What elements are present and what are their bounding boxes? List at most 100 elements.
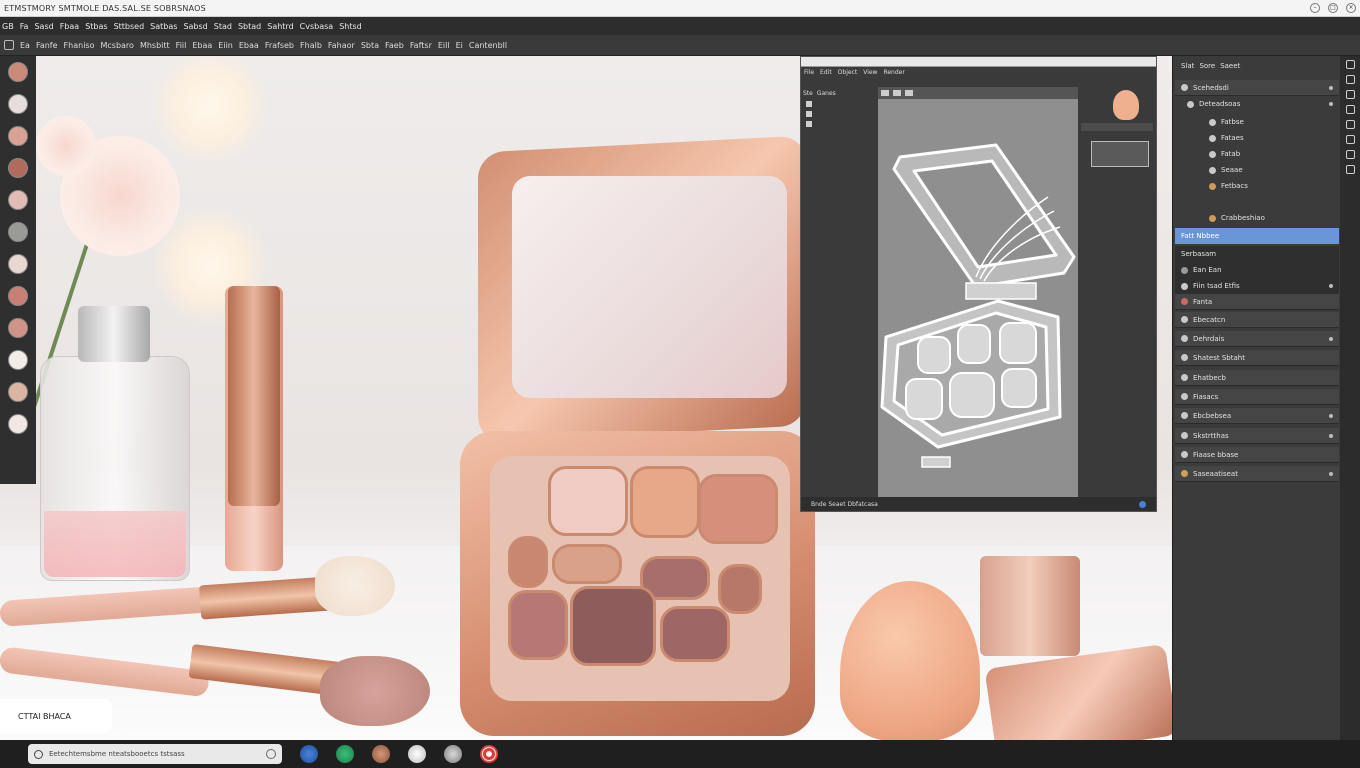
viewport-menu-item[interactable]: View: [863, 69, 877, 76]
toolbar-item[interactable]: Ei: [456, 41, 463, 50]
property-row[interactable]: Shatest Sbtaht: [1175, 350, 1339, 366]
camera-icon[interactable]: [905, 90, 913, 96]
avatar[interactable]: [8, 254, 28, 274]
property-row[interactable]: Saseaatiseat: [1175, 466, 1339, 482]
menu-item[interactable]: GB: [2, 22, 14, 31]
grid-icon[interactable]: [1345, 90, 1355, 99]
toolbar-item[interactable]: Sbta: [361, 41, 379, 50]
settings-icon[interactable]: [1345, 165, 1355, 174]
outliner-header-item[interactable]: Slat: [1181, 62, 1194, 70]
avatar[interactable]: [8, 382, 28, 402]
target-app-icon[interactable]: [480, 745, 498, 763]
viewport-menu-item[interactable]: Edit: [820, 69, 832, 76]
toolbar-item[interactable]: Cantenbll: [469, 41, 507, 50]
color-icon[interactable]: [1345, 150, 1355, 159]
viewport-head-item[interactable]: Ganes: [817, 90, 836, 97]
avatar[interactable]: [8, 94, 28, 114]
property-row[interactable]: Ebecatcn: [1175, 312, 1339, 328]
outliner-row-selected[interactable]: Fatt Nbbee: [1175, 228, 1339, 244]
move-tool-icon[interactable]: [806, 101, 812, 107]
toolbar-item[interactable]: Fiil: [176, 41, 187, 50]
avatar[interactable]: [8, 286, 28, 306]
avatar[interactable]: [8, 190, 28, 210]
toolbar-item[interactable]: Fanfe: [36, 41, 58, 50]
history-icon[interactable]: [1345, 135, 1355, 144]
photo-app-icon[interactable]: [372, 745, 390, 763]
keyframe-icon[interactable]: [1329, 471, 1333, 476]
menu-item[interactable]: Sahtrd: [267, 22, 293, 31]
toolbar-item[interactable]: Frafseb: [265, 41, 294, 50]
outliner-row[interactable]: Crabbeshiao: [1175, 210, 1339, 226]
properties-header[interactable]: Fiin tsad Etfis: [1175, 278, 1339, 294]
visibility-icon[interactable]: [1329, 85, 1333, 90]
toolbar-item[interactable]: Ebaa: [192, 41, 212, 50]
menu-item[interactable]: Cvsbasa: [300, 22, 334, 31]
outliner-row[interactable]: Scehedsdi: [1175, 80, 1339, 96]
avatar[interactable]: [8, 414, 28, 434]
viewport-menu-item[interactable]: Render: [883, 69, 904, 76]
toolbar-item[interactable]: Eiin: [218, 41, 233, 50]
property-slider[interactable]: [1081, 123, 1153, 131]
toolbar-item[interactable]: Fhaniso: [64, 41, 95, 50]
collapse-icon[interactable]: [1329, 284, 1333, 288]
avatar[interactable]: [8, 350, 28, 370]
visibility-icon[interactable]: [1329, 102, 1333, 106]
viewport-stage[interactable]: [878, 87, 1078, 497]
outliner-row[interactable]: Fatab: [1175, 146, 1339, 162]
keyframe-icon[interactable]: [1329, 433, 1333, 438]
menu-item[interactable]: Stad: [214, 22, 232, 31]
toolbar-item[interactable]: Faftsr: [410, 41, 432, 50]
avatar[interactable]: [8, 158, 28, 178]
toolbar-item[interactable]: Ebaa: [239, 41, 259, 50]
toolbar-item[interactable]: Eill: [438, 41, 450, 50]
viewport-menu-item[interactable]: File: [804, 69, 814, 76]
outliner-row[interactable]: Seaae: [1175, 162, 1339, 178]
clock-app-icon[interactable]: [408, 745, 426, 763]
3d-viewport-window[interactable]: File Edit Object View Render Ste Ganes B…: [800, 56, 1157, 512]
menu-item[interactable]: Sttbsed: [114, 22, 145, 31]
outliner-row[interactable]: Serbasam: [1175, 246, 1339, 262]
material-preview[interactable]: [1091, 141, 1149, 167]
menu-item[interactable]: Stbas: [85, 22, 107, 31]
menu-item[interactable]: Shtsd: [339, 22, 362, 31]
property-row[interactable]: Ehatbecb: [1175, 370, 1339, 386]
close-button[interactable]: ×: [1346, 3, 1356, 13]
layers-icon[interactable]: [1345, 120, 1355, 129]
menu-item[interactable]: Sasd: [34, 22, 53, 31]
viewport-head-item[interactable]: Ste: [803, 90, 813, 97]
outliner-row[interactable]: Ean Ean: [1175, 262, 1339, 278]
outliner-header-item[interactable]: Saeet: [1220, 62, 1240, 70]
property-row[interactable]: Ebcbebsea: [1175, 408, 1339, 424]
settings-icon[interactable]: [4, 40, 14, 50]
property-row[interactable]: Skstrtthas: [1175, 428, 1339, 444]
viewport-menu-item[interactable]: Object: [838, 69, 858, 76]
outliner-row[interactable]: Fataes: [1175, 130, 1339, 146]
menu-item[interactable]: Sabsd: [183, 22, 207, 31]
menu-item[interactable]: Fbaa: [60, 22, 79, 31]
scale-tool-icon[interactable]: [806, 121, 812, 127]
avatar[interactable]: [8, 222, 28, 242]
settings-app-icon[interactable]: [444, 745, 462, 763]
property-row[interactable]: Fanta: [1175, 294, 1339, 310]
brush-icon[interactable]: [1345, 105, 1355, 114]
outliner-row[interactable]: Deteadsoas: [1175, 96, 1339, 112]
menu-item[interactable]: Fa: [20, 22, 29, 31]
avatar[interactable]: [8, 62, 28, 82]
browser-icon[interactable]: [300, 745, 318, 763]
view-icon[interactable]: [881, 90, 889, 96]
toolbar-item[interactable]: Mhsbitt: [140, 41, 170, 50]
menu-item[interactable]: Sbtad: [238, 22, 261, 31]
toolbar-item[interactable]: Fhalb: [300, 41, 322, 50]
taskbar-search[interactable]: Eetechtemsbme nteatsbooetcs tstsass: [28, 744, 282, 764]
maximize-button[interactable]: □: [1328, 3, 1338, 13]
property-row[interactable]: Dehrdais: [1175, 331, 1339, 347]
keyframe-icon[interactable]: [1329, 413, 1333, 418]
search-input[interactable]: Eetechtemsbme nteatsbooetcs tstsass: [49, 750, 260, 758]
shading-icon[interactable]: [893, 90, 901, 96]
sponge-thumbnail[interactable]: [1113, 90, 1139, 120]
keyframe-icon[interactable]: [1329, 336, 1333, 341]
toolbar-item[interactable]: Mcsbaro: [100, 41, 133, 50]
outliner-row[interactable]: Fatbse: [1175, 114, 1339, 130]
menu-item[interactable]: Satbas: [150, 22, 177, 31]
property-row[interactable]: Fiasacs: [1175, 389, 1339, 405]
